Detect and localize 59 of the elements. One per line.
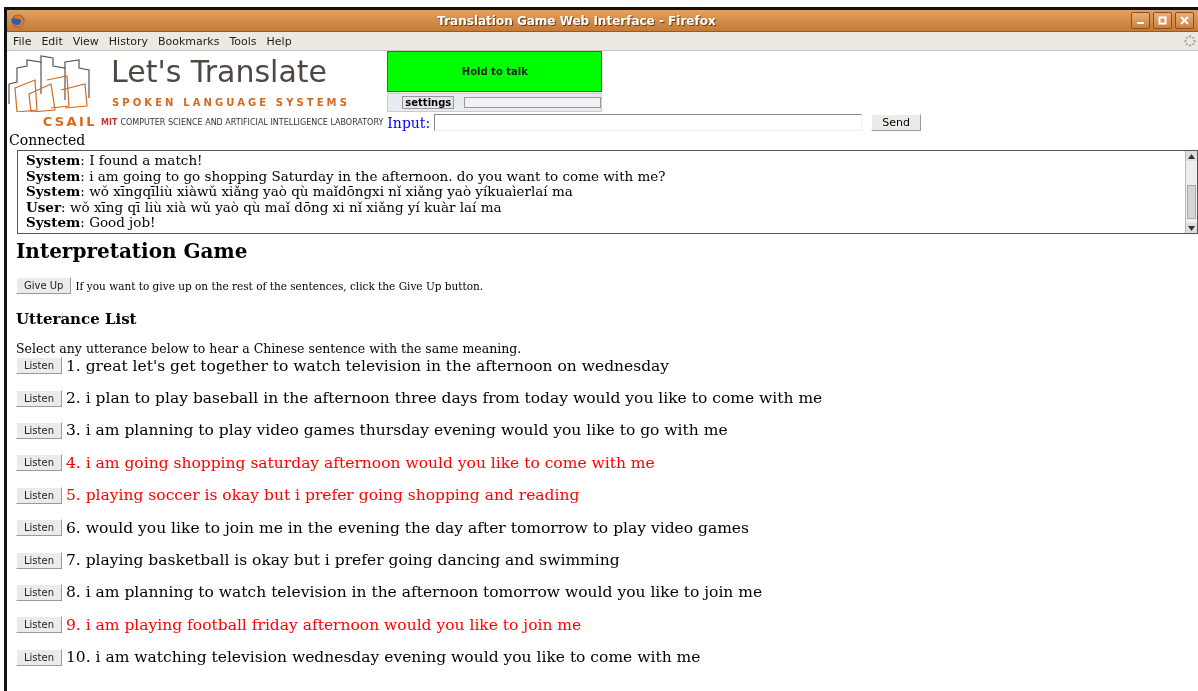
utterance-list-heading: Utterance List <box>16 310 138 328</box>
listen-button[interactable]: Listen <box>16 357 62 375</box>
listen-button[interactable]: Listen <box>16 486 62 504</box>
listen-button[interactable]: Listen <box>16 616 62 634</box>
utterance-text[interactable]: 2. i plan to play baseball in the afternoon three days from today would you like to come with me <box>66 389 823 408</box>
close-button[interactable] <box>1175 12 1194 29</box>
logo-subtitle: SPOKEN LANGUAGE SYSTEMS <box>111 96 351 110</box>
scroll-up-arrow-icon[interactable] <box>1188 153 1195 159</box>
utterance-text[interactable]: 4. i am going shopping saturday afternoon would you like to come with me <box>66 453 655 472</box>
listen-button[interactable]: Listen <box>16 551 62 569</box>
close-icon <box>1180 16 1189 25</box>
menu-item[interactable]: Tools <box>225 34 263 48</box>
loading-spinner-icon <box>1184 35 1196 47</box>
utterance-text[interactable]: 1. great let's get together to watch television in the afternoon on wednesday <box>66 356 670 375</box>
chat-message: System: Good job! <box>26 215 157 231</box>
utterance-text[interactable]: 7. playing basketball is okay but i prefer going dancing and swimming <box>66 551 620 570</box>
utterance-text[interactable]: 3. i am planning to play video games thursday evening would you like to go with me <box>66 421 728 440</box>
listen-button[interactable]: Listen <box>16 648 62 666</box>
menu-item[interactable]: Edit <box>37 34 69 48</box>
menu-item[interactable]: Help <box>262 34 298 48</box>
listen-button[interactable]: Listen <box>16 389 62 407</box>
listen-button[interactable]: Listen <box>16 421 62 439</box>
csail-logo-text: CSAIL <box>41 114 97 130</box>
utterance-text[interactable]: 10. i am watching television wednesday evening would you like to come with me <box>66 648 701 667</box>
hold-to-talk-button[interactable]: Hold to talk <box>387 51 603 92</box>
minimize-button[interactable] <box>1131 12 1150 29</box>
input-field[interactable] <box>434 114 863 131</box>
instructions-text: Select any utterance below to hear a Chinese sentence with the same meaning. <box>16 342 523 356</box>
chat-message: User: wǒ xīng qī liù xià wǔ yaò qù maǐ dōng xi nǐ xiǎng yí kuàr laí ma <box>26 199 502 215</box>
window-title: Translation Game Web Interface - Firefox <box>436 13 717 28</box>
logo-title: Let's Translate <box>110 54 329 91</box>
give-up-hint: If you want to give up on the rest of the sentences, click the Give Up button. <box>75 279 484 292</box>
mit-logo-text: MIT <box>101 117 118 127</box>
utterance-text[interactable]: 5. playing soccer is okay but i prefer going shopping and reading <box>66 486 580 505</box>
chat-message: System: I found a match! <box>26 153 204 169</box>
menu-item[interactable]: File <box>9 34 38 48</box>
utterance-text[interactable]: 8. i am planning to watch television in the afternoon tomorrow would you like to join me <box>66 583 763 602</box>
lab-name: COMPUTER SCIENCE AND ARTIFICIAL INTELLIGENCE LABORATORY <box>120 117 384 127</box>
utterance-text[interactable]: 9. i am playing football friday afternoon would you like to join me <box>66 615 582 634</box>
menu-item[interactable]: History <box>104 34 154 48</box>
chat-message: System: wǒ xīngqīliù xiàwǔ xiǎng yaò qù maǐdōngxi nǐ xiǎng yaò yíkuaìerlaí ma <box>26 184 574 200</box>
menu-item[interactable]: View <box>68 34 105 48</box>
listen-button[interactable]: Listen <box>16 454 62 472</box>
game-heading: Interpretation Game <box>16 239 249 263</box>
listen-button[interactable]: Listen <box>16 583 62 601</box>
listen-button[interactable]: Listen <box>16 519 62 537</box>
firefox-icon <box>11 13 25 28</box>
chat-scrollbar[interactable] <box>1185 151 1197 233</box>
menu-item[interactable]: Bookmarks <box>154 34 226 48</box>
send-button[interactable]: Send <box>871 114 921 131</box>
input-label: Input: <box>387 114 431 131</box>
settings-button[interactable]: settings <box>402 96 455 109</box>
maximize-icon <box>1158 16 1167 25</box>
give-up-button[interactable]: Give Up <box>16 277 72 294</box>
scroll-down-arrow-icon[interactable] <box>1188 225 1195 231</box>
utterance-text[interactable]: 6. would you like to join me in the evening the day after tomorrow to play video games <box>66 518 749 537</box>
connection-status: Connected <box>8 132 87 148</box>
chat-message: System: i am going to go shopping Saturday in the afternoon. do you want to come with me? <box>26 168 667 184</box>
maximize-button[interactable] <box>1153 12 1172 29</box>
